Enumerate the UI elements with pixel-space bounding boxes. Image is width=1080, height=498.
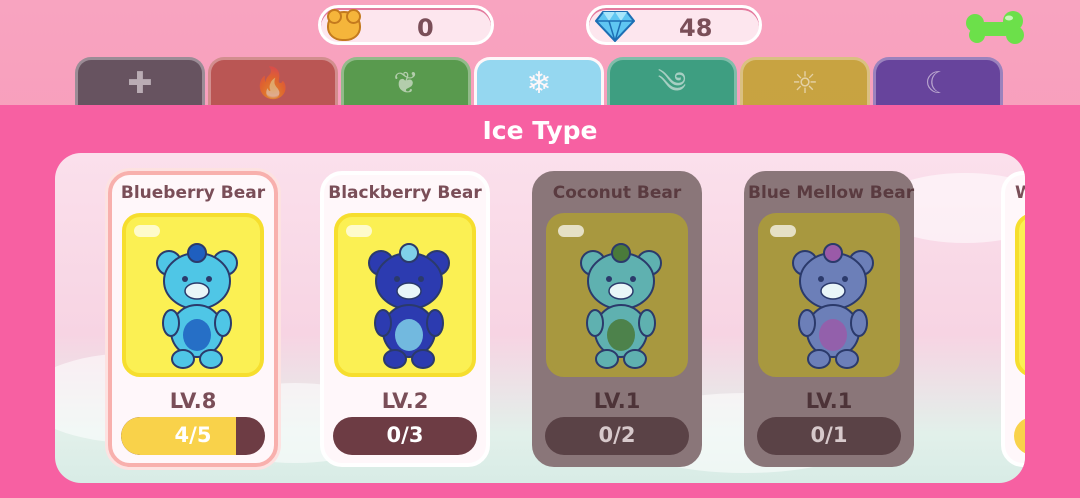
bear-image bbox=[368, 243, 450, 369]
tab-grass[interactable]: ❦ bbox=[341, 57, 471, 107]
bear-card[interactable]: Blackberry Bear LV.2 0/3 bbox=[320, 171, 490, 467]
flame-icon: 🔥 bbox=[254, 65, 292, 101]
plus-icon: ✚ bbox=[127, 65, 153, 101]
bear-level: LV.2 bbox=[381, 389, 429, 413]
tab-normal[interactable]: ✚ bbox=[75, 57, 205, 107]
bear-portrait bbox=[334, 213, 476, 377]
swirl-icon: ༄ bbox=[657, 65, 687, 101]
diamond-icon bbox=[595, 11, 635, 42]
green-bone-menu-icon[interactable] bbox=[965, 9, 1027, 47]
bear-name: Coconut Bear bbox=[552, 183, 682, 203]
tab-dark[interactable]: ☾ bbox=[873, 57, 1003, 107]
bear-portrait bbox=[758, 213, 900, 377]
tab-light[interactable]: ☼ bbox=[740, 57, 870, 107]
tab-wind[interactable]: ༄ bbox=[607, 57, 737, 107]
progress-text: 0/2 bbox=[598, 423, 636, 447]
tab-ice[interactable]: ❄ bbox=[474, 57, 604, 107]
top-bar: 0 48 bbox=[0, 0, 1080, 56]
snowflake-icon: ❄ bbox=[526, 65, 552, 101]
bear-image bbox=[580, 243, 662, 369]
bear-name: Blue Mellow Bear bbox=[748, 183, 915, 203]
moon-icon: ☾ bbox=[924, 65, 952, 101]
bear-card[interactable]: Coconut Bear LV.1 0/2 bbox=[532, 171, 702, 467]
bear-level: LV.1 bbox=[593, 389, 641, 413]
card-progress-bar: 0/1 bbox=[757, 417, 901, 455]
bear-portrait bbox=[122, 213, 264, 377]
bear-card[interactable]: Blue Mellow Bear LV.1 0/1 bbox=[744, 171, 914, 467]
card-progress-bar bbox=[1014, 417, 1025, 455]
bear-level: LV.8 bbox=[169, 389, 217, 413]
gem-value: 48 bbox=[679, 14, 713, 42]
bear-name: Blueberry Bear bbox=[120, 183, 266, 203]
bear-list[interactable]: Blueberry Bear LV.8 4/5 Blackberry Bear … bbox=[55, 153, 1025, 483]
bear-portrait bbox=[1015, 213, 1025, 377]
progress-text: 0/1 bbox=[810, 423, 848, 447]
progress-text: 4/5 bbox=[174, 423, 212, 447]
card-progress-bar: 4/5 bbox=[121, 417, 265, 455]
card-progress-bar: 0/3 bbox=[333, 417, 477, 455]
bear-image bbox=[792, 243, 874, 369]
sun-icon: ☼ bbox=[791, 65, 819, 101]
gem-counter[interactable]: 48 bbox=[586, 5, 762, 45]
bear-name: Blackberry Bear bbox=[328, 183, 482, 203]
bear-card[interactable]: Blueberry Bear LV.8 4/5 bbox=[108, 171, 278, 467]
tab-fire[interactable]: 🔥 bbox=[208, 57, 338, 107]
bear-image bbox=[156, 243, 238, 369]
bear-card-partial[interactable]: W bbox=[1001, 171, 1025, 467]
leaf-icon: ❦ bbox=[393, 65, 419, 101]
progress-text: 0/3 bbox=[386, 423, 424, 447]
bear-level: LV.1 bbox=[805, 389, 853, 413]
bear-coin-icon bbox=[327, 9, 361, 41]
card-progress-bar: 0/2 bbox=[545, 417, 689, 455]
bear-portrait bbox=[546, 213, 688, 377]
bear-name: W bbox=[1015, 183, 1025, 203]
panel-title: Ice Type bbox=[482, 116, 598, 145]
coin-counter[interactable]: 0 bbox=[318, 5, 494, 45]
coin-value: 0 bbox=[417, 14, 434, 42]
